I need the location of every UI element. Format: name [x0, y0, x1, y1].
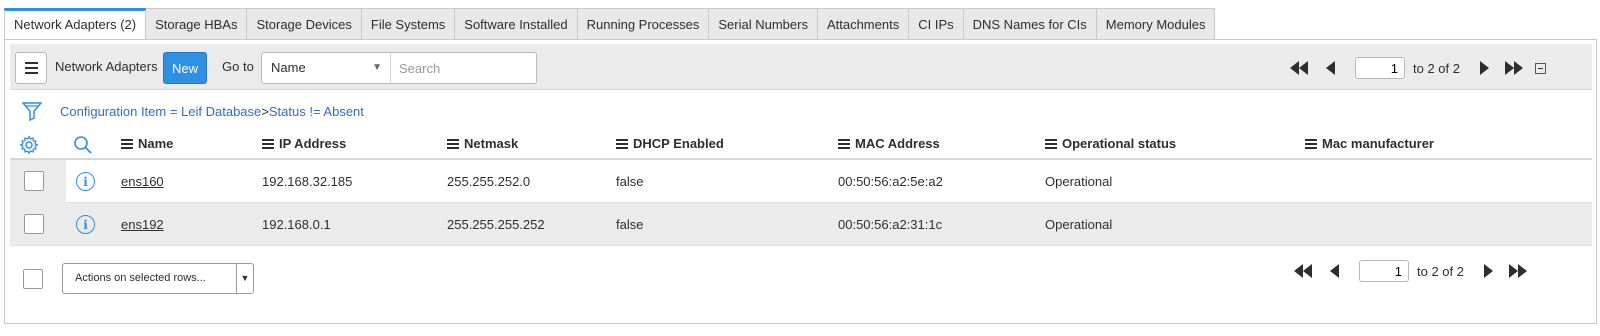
- related-list-tabs: Network Adapters (2) Storage HBAs Storag…: [4, 8, 1216, 40]
- cell-dhcp-enabled: false: [616, 217, 644, 232]
- cell-name-link[interactable]: ens160: [121, 174, 164, 189]
- cell-ip-address: 192.168.32.185: [262, 174, 353, 189]
- tab-attachments[interactable]: Attachments: [817, 8, 910, 40]
- goto-field-select[interactable]: Name ▼: [261, 52, 391, 84]
- tab-serial-numbers[interactable]: Serial Numbers: [709, 8, 818, 40]
- cell-operational-status: Operational: [1045, 174, 1113, 189]
- cell-mac-address: 00:50:56:a2:31:1c: [838, 217, 943, 232]
- column-header-name[interactable]: Name: [121, 136, 173, 151]
- previous-page-icon[interactable]: [1324, 264, 1344, 278]
- tab-running-processes[interactable]: Running Processes: [577, 8, 710, 40]
- table-row: i ens160 192.168.32.185 255.255.252.0 fa…: [10, 160, 1592, 203]
- column-menu-icon[interactable]: [616, 138, 628, 149]
- next-page-icon[interactable]: [1479, 264, 1499, 278]
- filter-breadcrumb: Configuration Item = Leif Database>Statu…: [60, 104, 364, 119]
- column-header-mac-address[interactable]: MAC Address: [838, 136, 940, 151]
- select-all-checkbox[interactable]: [23, 269, 43, 289]
- list-toolbar: Network Adapters New Go to Name ▼ to 2 o…: [10, 44, 1592, 90]
- info-icon[interactable]: i: [76, 172, 95, 191]
- goto-label: Go to: [222, 59, 254, 74]
- chevron-down-icon: ▼: [372, 62, 382, 73]
- bottom-pager: to 2 of 2: [1290, 255, 1531, 287]
- cell-netmask: 255.255.252.0: [447, 174, 531, 189]
- cell-netmask: 255.255.255.252: [447, 217, 545, 232]
- next-page-icon[interactable]: [1475, 61, 1495, 75]
- list-title: Network Adapters: [55, 59, 158, 74]
- column-menu-icon[interactable]: [262, 138, 274, 149]
- tab-software-installed[interactable]: Software Installed: [455, 8, 578, 40]
- actions-select[interactable]: Actions on selected rows... ▼: [62, 263, 254, 294]
- last-page-icon[interactable]: [1505, 264, 1531, 278]
- search-input[interactable]: [390, 52, 537, 84]
- page-range-text: to 2 of 2: [1417, 263, 1464, 279]
- search-icon[interactable]: [73, 135, 93, 158]
- breadcrumb-separator: >: [261, 104, 269, 119]
- tab-memory-modules[interactable]: Memory Modules: [1096, 8, 1216, 40]
- tab-network-adapters[interactable]: Network Adapters (2): [4, 8, 147, 40]
- page-range-text: to 2 of 2: [1413, 60, 1460, 76]
- gear-icon[interactable]: [19, 135, 39, 158]
- cell-name-link[interactable]: ens192: [121, 217, 164, 232]
- column-header-mac-manufacturer[interactable]: Mac manufacturer: [1305, 136, 1434, 151]
- column-header-dhcp-enabled[interactable]: DHCP Enabled: [616, 136, 724, 151]
- info-icon[interactable]: i: [76, 215, 95, 234]
- tab-storage-devices[interactable]: Storage Devices: [247, 8, 362, 40]
- tab-storage-hbas[interactable]: Storage HBAs: [146, 8, 248, 40]
- column-menu-icon[interactable]: [838, 138, 850, 149]
- tab-file-systems[interactable]: File Systems: [361, 8, 456, 40]
- breadcrumb-condition-status[interactable]: Status != Absent: [269, 104, 364, 119]
- top-pager: to 2 of 2: [1286, 52, 1546, 84]
- table-header: Name IP Address Netmask DHCP Enabled MAC…: [10, 128, 1592, 160]
- row-select-checkbox[interactable]: [24, 214, 44, 234]
- hamburger-menu-icon[interactable]: [15, 52, 47, 84]
- first-page-icon[interactable]: [1290, 264, 1316, 278]
- column-menu-icon[interactable]: [1305, 138, 1317, 149]
- column-menu-icon[interactable]: [1045, 138, 1057, 149]
- collapse-icon[interactable]: [1534, 62, 1546, 74]
- column-header-ip-address[interactable]: IP Address: [262, 136, 346, 151]
- cell-ip-address: 192.168.0.1: [262, 217, 331, 232]
- previous-page-icon[interactable]: [1320, 61, 1340, 75]
- page-number-input[interactable]: [1355, 57, 1405, 79]
- row-select-checkbox[interactable]: [24, 171, 44, 191]
- last-page-icon[interactable]: [1501, 61, 1527, 75]
- tab-dns-names[interactable]: DNS Names for CIs: [963, 8, 1097, 40]
- column-menu-icon[interactable]: [447, 138, 459, 149]
- table-row: i ens192 192.168.0.1 255.255.255.252 fal…: [10, 203, 1592, 246]
- cell-operational-status: Operational: [1045, 217, 1113, 232]
- breadcrumb-condition-ci[interactable]: Configuration Item = Leif Database: [60, 104, 261, 119]
- cell-mac-address: 00:50:56:a2:5e:a2: [838, 174, 943, 189]
- column-header-netmask[interactable]: Netmask: [447, 136, 518, 151]
- goto-field-value: Name: [271, 60, 306, 75]
- actions-select-value: Actions on selected rows...: [75, 272, 206, 284]
- page-number-input[interactable]: [1359, 260, 1409, 282]
- new-button[interactable]: New: [163, 52, 207, 84]
- list-panel: Network Adapters New Go to Name ▼ to 2 o…: [4, 39, 1597, 324]
- column-menu-icon[interactable]: [121, 138, 133, 149]
- chevron-down-icon: ▼: [236, 264, 253, 293]
- filter-icon[interactable]: [21, 101, 43, 124]
- first-page-icon[interactable]: [1286, 61, 1312, 75]
- cell-dhcp-enabled: false: [616, 174, 644, 189]
- tab-ci-ips[interactable]: CI IPs: [909, 8, 964, 40]
- column-header-operational-status[interactable]: Operational status: [1045, 136, 1176, 151]
